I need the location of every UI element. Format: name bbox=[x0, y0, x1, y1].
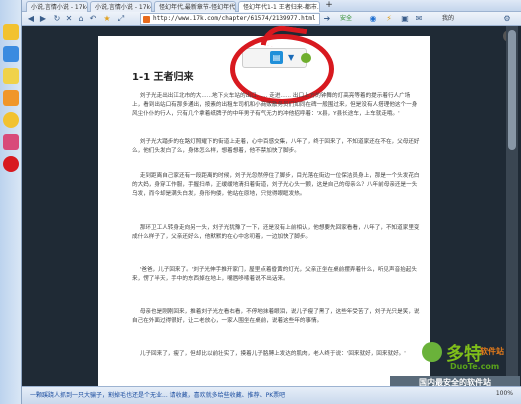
tab-2[interactable]: 小说,言情小说 - 17k小说网 bbox=[90, 1, 152, 12]
rss-icon[interactable] bbox=[3, 90, 19, 106]
pacman-icon[interactable] bbox=[3, 112, 19, 128]
home-icon[interactable]: ⌂ bbox=[76, 14, 86, 24]
new-tab-icon[interactable]: + bbox=[324, 1, 334, 11]
notes-icon[interactable] bbox=[3, 68, 19, 84]
refresh-icon[interactable]: ↻ bbox=[52, 14, 62, 24]
browser-sidebar bbox=[0, 0, 22, 404]
paragraph-6: 母亲也是刚刚回来，推着刘子光左看右看，不停地抹着眼泪，说儿子瘦了黑了，这些年受苦… bbox=[132, 309, 420, 324]
chapter-title: 1-1 王者归来 bbox=[132, 72, 194, 83]
tab-1[interactable]: 小说,言情小说 - 17k小说网 bbox=[26, 1, 88, 12]
go-icon[interactable]: ➔ bbox=[322, 14, 332, 24]
tab-3[interactable]: 怪幻年代,最新章节-怪幻年代txt下 bbox=[154, 1, 236, 12]
forward-icon[interactable]: ▶ bbox=[38, 14, 48, 24]
lightning-icon[interactable]: ⚡ bbox=[384, 14, 394, 24]
translate-icon[interactable]: ▣ bbox=[400, 14, 410, 24]
search-engine-icon[interactable]: ◉ bbox=[368, 14, 378, 24]
account-label[interactable]: 我的 bbox=[442, 13, 454, 25]
stop-load-icon[interactable]: ✕ bbox=[64, 14, 74, 24]
undo-icon[interactable]: ↶ bbox=[88, 14, 98, 24]
watermark-sub: 软件站 bbox=[480, 347, 504, 356]
paragraph-4: 那环卫工人转身走向另一头，刘子光犹豫了一下，还是没有上前相认，他想要先回家看看，… bbox=[132, 225, 420, 240]
settings-icon[interactable]: ⚙ bbox=[502, 14, 512, 24]
watermark-url: DuoTe.com bbox=[450, 362, 500, 371]
status-bar: 一颗蹊跷人抓到一只大骗子，割掉毛也还是个无业... 请收藏，喜欢就多给些收藏、推… bbox=[22, 386, 521, 404]
address-text: http://www.17k.com/chapter/61574/2139977… bbox=[153, 15, 316, 22]
navigation-toolbar: ◀ ▶ ↻ ✕ ⌂ ↶ ★ ⤢ http://www.17k.com/chapt… bbox=[22, 12, 521, 26]
zoom-level[interactable]: 100% bbox=[496, 390, 513, 397]
back-icon[interactable]: ◀ bbox=[26, 14, 36, 24]
paragraph-1: 刘子光走出出江北市的大......地下火车站的出口...... 走进......… bbox=[132, 93, 418, 117]
tab-4-active[interactable]: 怪幻年代1-1 王者归来-都市... bbox=[238, 1, 320, 12]
paragraph-2: 刘子光大踏步的在路灯照耀下的街道上走着，心中百感交集，八年了，终于回来了，不知道… bbox=[132, 139, 420, 154]
safe-badge[interactable]: 安全 bbox=[340, 13, 352, 25]
stop-icon[interactable] bbox=[3, 156, 19, 172]
fullscreen-icon[interactable]: ⤢ bbox=[116, 14, 126, 24]
address-bar[interactable]: http://www.17k.com/chapter/61574/2139977… bbox=[140, 13, 320, 25]
safe-label: 安全 bbox=[340, 15, 353, 22]
scroll-thumb[interactable] bbox=[508, 30, 516, 150]
duote-logo-icon bbox=[422, 342, 442, 362]
favorites-star-icon[interactable] bbox=[3, 24, 19, 40]
status-text[interactable]: 一颗蹊跷人抓到一只大骗子，割掉毛也还是个无业... 请收藏，喜欢就多给些收藏、推… bbox=[30, 390, 330, 399]
paragraph-3: 走到距离自己家还有一段距离的时候，刘子光忽然停住了脚步，目光落在街边一位保洁员身… bbox=[132, 173, 420, 197]
bag-icon[interactable] bbox=[3, 134, 19, 150]
history-icon[interactable] bbox=[3, 46, 19, 62]
paragraph-7: 儿子回来了，瘦了，但却比以前壮实了，摸着儿子胳膊上发达的肌肉，老人终于说：'回来… bbox=[139, 351, 406, 357]
paragraph-5: '爸爸，儿子回来了。'刘子光伸手推开家门，屋里点着昏黄的灯光，父亲正坐在桌前摆弄… bbox=[132, 267, 417, 282]
favorites-icon[interactable]: ★ bbox=[102, 14, 112, 24]
mail-icon[interactable]: ✉ bbox=[414, 14, 424, 24]
account-text: 我的 bbox=[442, 15, 455, 22]
tab-bar: 小说,言情小说 - 17k小说网 小说,言情小说 - 17k小说网 怪幻年代,最… bbox=[22, 0, 521, 12]
page-scrollbar[interactable] bbox=[506, 26, 518, 386]
duote-watermark: 多特 软件站 DuoTe.com 国内最安全的软件站 bbox=[390, 340, 520, 390]
site-favicon-icon bbox=[143, 16, 150, 23]
